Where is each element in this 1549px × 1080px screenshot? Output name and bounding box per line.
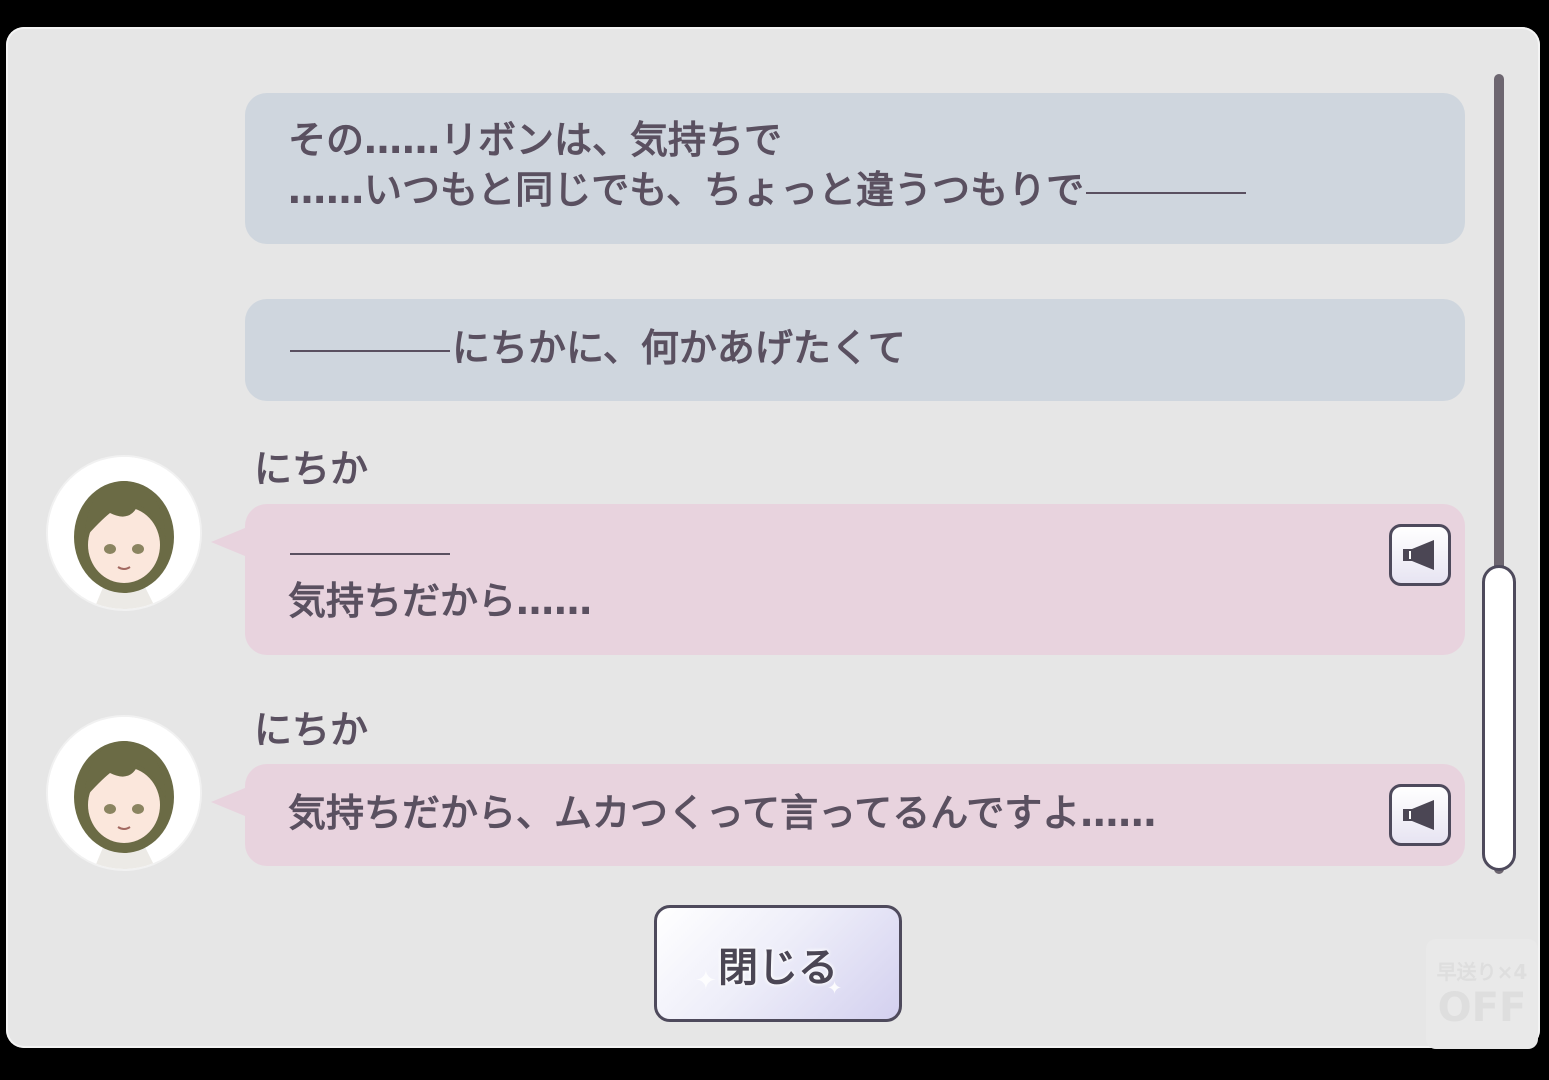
speaker-icon (1403, 800, 1434, 830)
backlog-scroll-area[interactable]: その……リボンは、気持ちで ……いつもと同じでも、ちょっと違うつもりで にちかに… (6, 27, 1540, 877)
dialogue-line: 気持ちだから…… (288, 579, 593, 623)
speaker-avatar (48, 457, 200, 609)
fast-forward-label: 早送り×4 (1436, 960, 1528, 984)
backlog-panel: その……リボンは、気持ちで ……いつもと同じでも、ちょっと違うつもりで にちかに… (6, 27, 1540, 1049)
dialogue-bubble: 気持ちだから、ムカつくって言ってるんですよ…… (211, 764, 1465, 866)
dash-line (290, 349, 450, 352)
voice-play-button[interactable] (1389, 524, 1451, 586)
speaker-name: にちか (254, 708, 369, 752)
close-button-label: 閉じる (718, 944, 838, 991)
narration-bubble: にちかに、何かあげたくて (245, 299, 1465, 401)
narration-line: ……いつもと同じでも、ちょっと違うつもりで (288, 168, 1085, 212)
narration-line: にちかに、何かあげたくて (452, 326, 906, 370)
character-portrait-icon (48, 457, 200, 609)
fast-forward-toggle[interactable]: 早送り×4 OFF (1426, 939, 1538, 1049)
dialogue-bubble: 気持ちだから…… (211, 504, 1465, 655)
speaker-icon (1403, 540, 1434, 570)
narration-line: その……リボンは、気持ちで (288, 118, 783, 162)
scrollbar-thumb[interactable] (1482, 565, 1516, 871)
sparkle-icon: ✦ (695, 966, 717, 996)
dialogue-line: 気持ちだから、ムカつくって言ってるんですよ…… (288, 791, 1157, 835)
dash-line (1086, 191, 1247, 194)
fast-forward-state: OFF (1437, 985, 1527, 1031)
speaker-name: にちか (254, 447, 369, 491)
character-portrait-icon (48, 717, 200, 869)
dash-line (290, 552, 450, 555)
close-button[interactable]: ✦ ✦ 閉じる (654, 905, 902, 1022)
speaker-avatar (48, 717, 200, 869)
narration-bubble: その……リボンは、気持ちで ……いつもと同じでも、ちょっと違うつもりで (245, 93, 1465, 244)
voice-play-button[interactable] (1389, 784, 1451, 846)
